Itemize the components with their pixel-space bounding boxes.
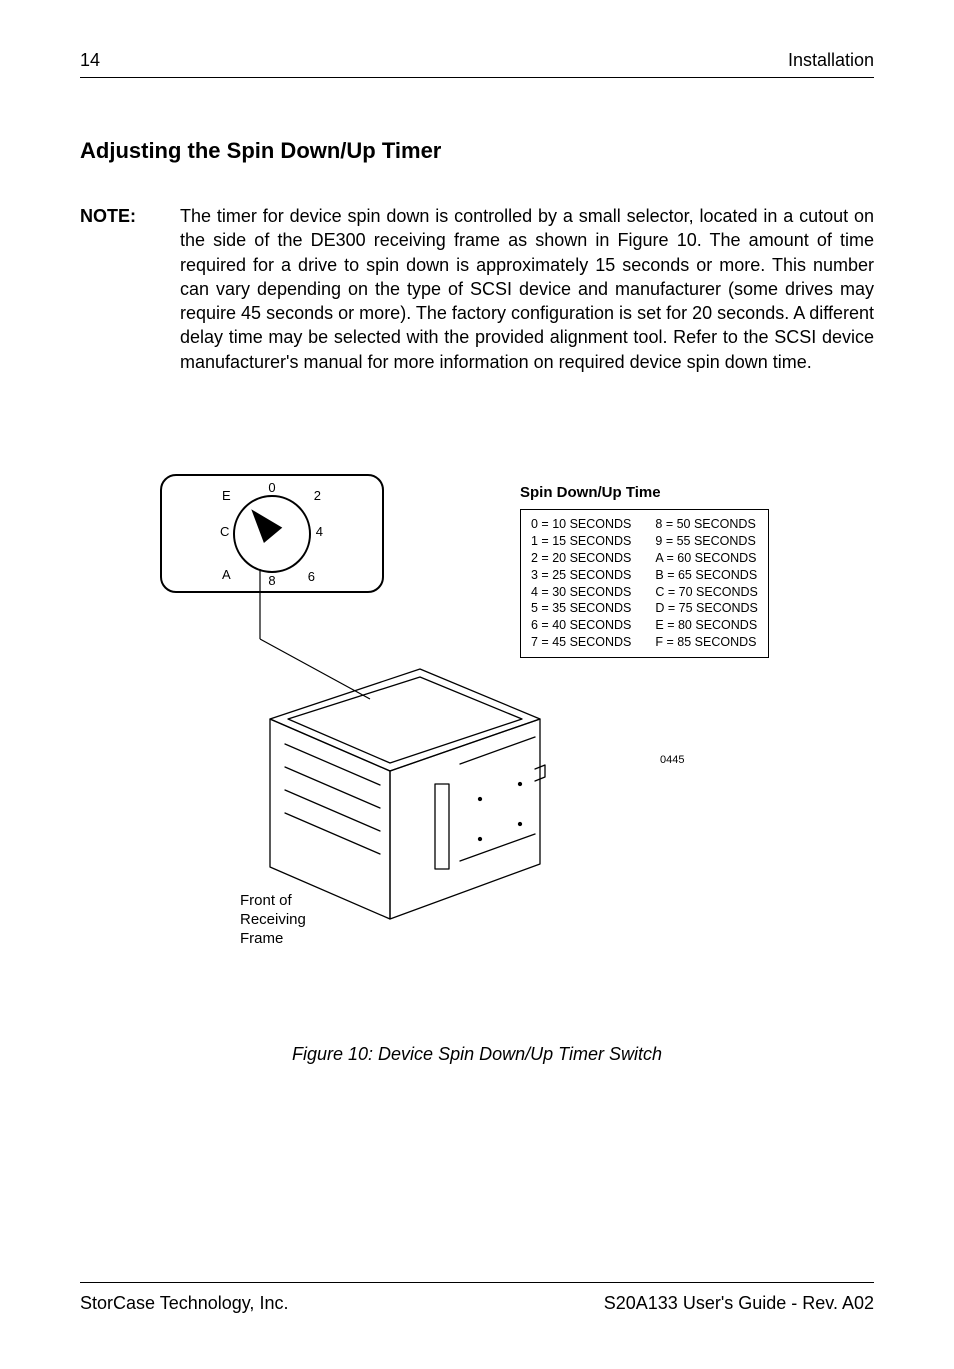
footer-right: S20A133 User's Guide - Rev. A02 <box>604 1293 874 1314</box>
dial-circle: 0 2 4 6 8 A C E <box>233 495 311 573</box>
table-row: 9 = 55 SECONDS <box>655 533 757 550</box>
table-row: 8 = 50 SECONDS <box>655 516 757 533</box>
dial-tick: C <box>220 525 229 538</box>
page-footer: StorCase Technology, Inc. S20A133 User's… <box>80 1282 874 1314</box>
table-row: 7 = 45 SECONDS <box>531 634 631 651</box>
footer-left: StorCase Technology, Inc. <box>80 1293 288 1314</box>
table-row: 0 = 10 SECONDS <box>531 516 631 533</box>
timer-table-col-right: 8 = 50 SECONDS 9 = 55 SECONDS A = 60 SEC… <box>655 516 757 651</box>
table-row: 4 = 30 SECONDS <box>531 584 631 601</box>
timer-table: 0 = 10 SECONDS 1 = 15 SECONDS 2 = 20 SEC… <box>520 509 769 658</box>
page: 14 Installation Adjusting the Spin Down/… <box>0 0 954 1369</box>
header-section: Installation <box>788 50 874 71</box>
note-text: The timer for device spin down is contro… <box>180 204 874 374</box>
timer-table-title: Spin Down/Up Time <box>520 484 661 501</box>
dial-tick: 4 <box>316 525 323 538</box>
figure-area: 0 2 4 6 8 A C E <box>80 474 874 994</box>
table-row: 5 = 35 SECONDS <box>531 600 631 617</box>
table-row: E = 80 SECONDS <box>655 617 757 634</box>
table-row: D = 75 SECONDS <box>655 600 757 617</box>
table-row: 6 = 40 SECONDS <box>531 617 631 634</box>
note-label: NOTE: <box>80 204 160 374</box>
dial-tick: E <box>222 489 231 502</box>
table-row: 1 = 15 SECONDS <box>531 533 631 550</box>
table-row: A = 60 SECONDS <box>655 550 757 567</box>
figure-caption: Figure 10: Device Spin Down/Up Timer Swi… <box>80 1044 874 1065</box>
table-row: F = 85 SECONDS <box>655 634 757 651</box>
section-title: Adjusting the Spin Down/Up Timer <box>80 138 874 164</box>
table-row: 2 = 20 SECONDS <box>531 550 631 567</box>
page-number: 14 <box>80 50 100 71</box>
frame-label-line: Frame <box>240 930 283 947</box>
dial-tick: 2 <box>314 489 321 502</box>
note-block: NOTE: The timer for device spin down is … <box>80 204 874 374</box>
table-row: C = 70 SECONDS <box>655 584 757 601</box>
frame-label-line: Receiving <box>240 911 306 928</box>
table-row: B = 65 SECONDS <box>655 567 757 584</box>
frame-label-line: Front of <box>240 892 292 909</box>
dial-tick: 0 <box>268 481 275 494</box>
dial-arrow-icon <box>242 501 282 542</box>
timer-table-col-left: 0 = 10 SECONDS 1 = 15 SECONDS 2 = 20 SEC… <box>531 516 631 651</box>
dial-tick: A <box>222 568 231 581</box>
figure-id: 0445 <box>660 754 684 766</box>
frame-label: Front of Receiving Frame <box>240 892 306 948</box>
table-row: 3 = 25 SECONDS <box>531 567 631 584</box>
page-header: 14 Installation <box>80 50 874 78</box>
receiving-frame-icon <box>240 649 550 929</box>
